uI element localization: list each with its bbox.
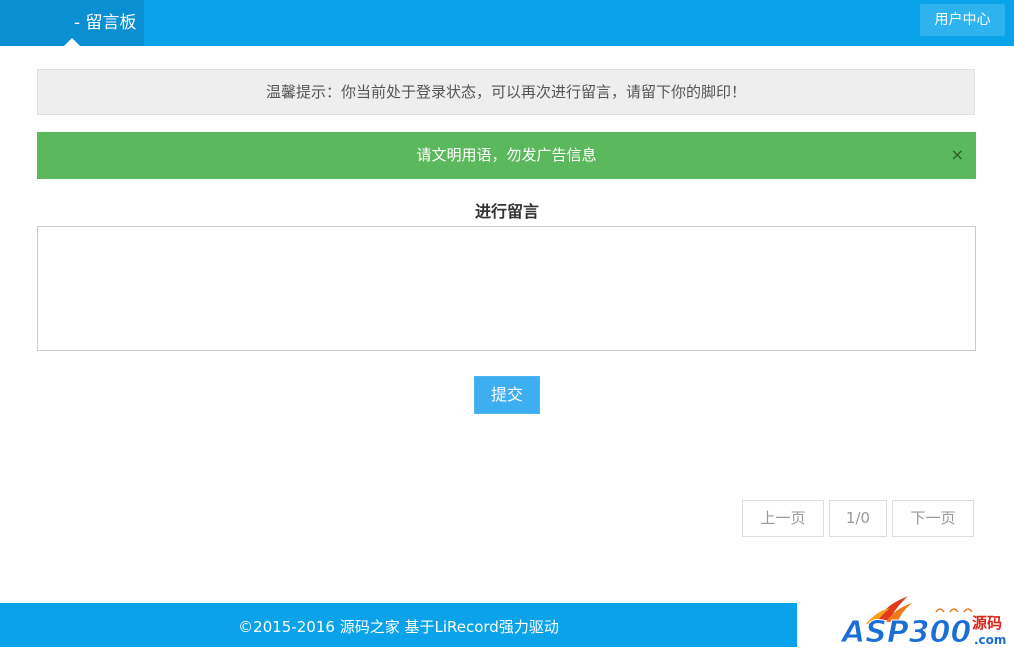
- site-brand[interactable]: - 留言板: [0, 0, 144, 46]
- prev-page-button[interactable]: 上一页: [742, 500, 824, 537]
- logo-wordmark: ASP300: [840, 615, 971, 647]
- message-textarea[interactable]: [37, 226, 976, 351]
- user-center-button[interactable]: 用户中心: [920, 4, 1005, 36]
- asp300-logo: ASP300 源码 .com: [840, 596, 1006, 647]
- compose-title: 进行留言: [474, 202, 539, 221]
- logo-domain: .com: [974, 633, 1006, 647]
- footer-copyright: ©2015-2016 源码之家 基于LiRecord强力驱动: [238, 618, 559, 636]
- login-tip-notice: 温馨提示：你当前处于登录状态，可以再次进行留言，请留下你的脚印！: [37, 69, 975, 115]
- footer: ©2015-2016 源码之家 基于LiRecord强力驱动: [0, 603, 797, 647]
- next-page-button[interactable]: 下一页: [892, 500, 974, 537]
- rule-alert: 请文明用语，勿发广告信息 ×: [37, 132, 976, 179]
- brand-title: - 留言板: [74, 13, 137, 33]
- logo-suffix: 源码: [972, 614, 1002, 632]
- active-caret-icon: [64, 38, 80, 46]
- close-icon[interactable]: ×: [951, 132, 964, 179]
- page-indicator: 1/0: [829, 500, 887, 537]
- rule-alert-text: 请文明用语，勿发广告信息: [416, 146, 597, 164]
- submit-button[interactable]: 提交: [474, 376, 540, 414]
- top-navbar: - 留言板 用户中心: [0, 0, 1014, 46]
